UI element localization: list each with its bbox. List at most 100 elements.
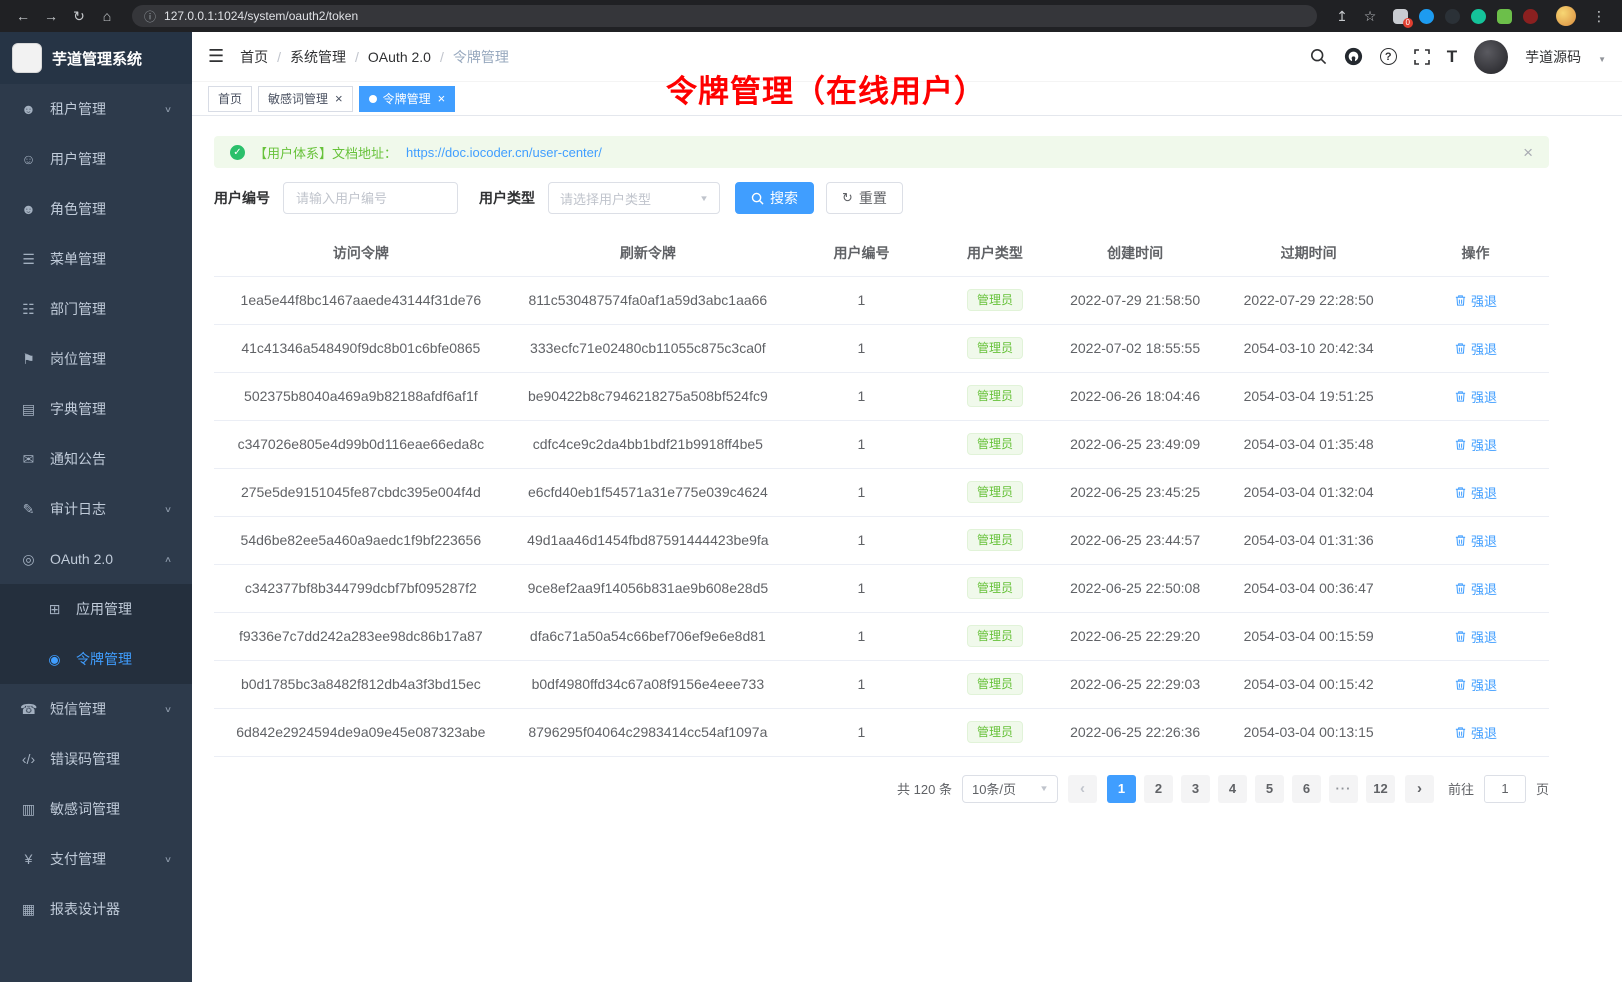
doc-link[interactable]: https://doc.iocoder.cn/user-center/: [406, 145, 602, 160]
user-type-select[interactable]: 请选择用户类型 ▼: [548, 182, 720, 214]
browser-menu-icon[interactable]: ⋮: [1586, 4, 1612, 28]
github-icon[interactable]: [1344, 47, 1363, 66]
sidebar-item-oauth2-token[interactable]: ◉令牌管理: [0, 634, 192, 684]
search-icon[interactable]: [1310, 48, 1327, 65]
force-logout-label: 强退: [1471, 627, 1497, 646]
font-size-icon[interactable]: T: [1447, 47, 1457, 67]
sidebar-item-role[interactable]: ☻角色管理: [0, 184, 192, 234]
page-number-button[interactable]: 1: [1107, 775, 1136, 803]
prev-page-button[interactable]: ‹: [1068, 775, 1097, 803]
tab-item[interactable]: 令牌管理×: [359, 86, 456, 112]
sidebar-item-oauth2-app[interactable]: ⊞应用管理: [0, 584, 192, 634]
token-table: 访问令牌刷新令牌用户编号用户类型创建时间过期时间操作 1ea5e44f8bc14…: [214, 230, 1549, 757]
cell-expire-time: 2054-03-04 01:35:48: [1215, 420, 1402, 468]
user-avatar[interactable]: [1474, 40, 1508, 74]
sidebar-item-user[interactable]: ☺用户管理: [0, 134, 192, 184]
user-type-badge: 管理员: [967, 385, 1023, 407]
extension-icon[interactable]: [1419, 9, 1434, 24]
reload-button[interactable]: ↻: [66, 4, 92, 28]
home-button[interactable]: ⌂: [94, 4, 120, 28]
forward-button[interactable]: →: [38, 4, 64, 28]
sidebar-item-sensitive-word[interactable]: ▥敏感词管理: [0, 784, 192, 834]
trash-icon: [1454, 678, 1467, 691]
next-page-button[interactable]: ›: [1405, 775, 1434, 803]
force-logout-button[interactable]: 强退: [1454, 531, 1497, 550]
tab-item[interactable]: 敏感词管理 ×: [258, 86, 353, 112]
cell-create-time: 2022-06-26 18:04:46: [1055, 372, 1215, 420]
sidebar-item-notice[interactable]: ✉通知公告: [0, 434, 192, 484]
sidebar-item-menu[interactable]: ☰菜单管理: [0, 234, 192, 284]
cell-create-time: 2022-06-25 22:26:36: [1055, 708, 1215, 756]
tab-item[interactable]: 首页: [208, 86, 252, 112]
tab-label: 敏感词管理: [268, 90, 328, 107]
search-button[interactable]: 搜索: [735, 182, 814, 214]
sidebar-item-tenant[interactable]: ☻租户管理∨: [0, 84, 192, 134]
extension-icon[interactable]: [1471, 9, 1486, 24]
cell-user-type: 管理员: [935, 420, 1055, 468]
back-button[interactable]: ←: [10, 4, 36, 28]
force-logout-button[interactable]: 强退: [1454, 675, 1497, 694]
force-logout-button[interactable]: 强退: [1454, 291, 1497, 310]
reset-button[interactable]: ↻ 重置: [826, 182, 903, 214]
site-info-icon[interactable]: ⓘ: [144, 8, 156, 25]
column-header: 过期时间: [1215, 230, 1402, 276]
extension-icon[interactable]: [1523, 9, 1538, 24]
user-type-badge: 管理员: [967, 577, 1023, 599]
share-icon[interactable]: ↥: [1329, 4, 1355, 28]
force-logout-button[interactable]: 强退: [1454, 723, 1497, 742]
sidebar-item-audit-log[interactable]: ✎审计日志∨: [0, 484, 192, 534]
extensions-puzzle-icon[interactable]: [1497, 9, 1512, 24]
extension-icon[interactable]: 0: [1393, 9, 1408, 24]
sidebar-item-label: OAuth 2.0: [50, 551, 113, 567]
sidebar-item-dept[interactable]: ☷部门管理: [0, 284, 192, 334]
force-logout-button[interactable]: 强退: [1454, 339, 1497, 358]
cell-access-token: 41c41346a548490f9dc8b01c6bfe0865: [214, 324, 508, 372]
page-size-select[interactable]: 10条/页 ▼: [962, 775, 1058, 803]
page-number-button[interactable]: 4: [1218, 775, 1247, 803]
user-name[interactable]: 芋道源码: [1525, 47, 1581, 67]
more-pages-button[interactable]: ···: [1329, 775, 1358, 803]
sidebar-item-error-code[interactable]: ‹/›错误码管理: [0, 734, 192, 784]
column-header: 刷新令牌: [508, 230, 788, 276]
goto-page-input[interactable]: [1484, 775, 1526, 803]
address-bar[interactable]: ⓘ 127.0.0.1:1024/system/oauth2/token: [132, 5, 1317, 27]
page-number-button[interactable]: 2: [1144, 775, 1173, 803]
page-number-button[interactable]: 5: [1255, 775, 1284, 803]
force-logout-button[interactable]: 强退: [1454, 387, 1497, 406]
page-number-button[interactable]: 12: [1366, 775, 1395, 803]
alert-close-icon[interactable]: ×: [1523, 144, 1533, 161]
cell-user-id: 1: [788, 708, 935, 756]
tab-close-icon[interactable]: ×: [335, 92, 343, 105]
sidebar-toggle-icon[interactable]: ☰: [208, 46, 224, 67]
force-logout-button[interactable]: 强退: [1454, 579, 1497, 598]
breadcrumb-item[interactable]: 首页: [240, 47, 268, 67]
column-header: 用户编号: [788, 230, 935, 276]
sidebar-item-dict[interactable]: ▤字典管理: [0, 384, 192, 434]
sidebar-item-sms[interactable]: ☎短信管理∨: [0, 684, 192, 734]
sidebar-item-pay[interactable]: ¥支付管理∨: [0, 834, 192, 884]
fullscreen-icon[interactable]: [1414, 49, 1430, 65]
force-logout-button[interactable]: 强退: [1454, 627, 1497, 646]
cell-expire-time: 2054-03-04 00:13:15: [1215, 708, 1402, 756]
chevron-down-icon: ∨: [164, 704, 172, 714]
user-id-input[interactable]: [283, 182, 458, 214]
extension-icon[interactable]: [1445, 9, 1460, 24]
sidebar-item-report-designer[interactable]: ▦报表设计器: [0, 884, 192, 934]
column-header: 用户类型: [935, 230, 1055, 276]
sidebar-item-oauth2[interactable]: ◎OAuth 2.0∧: [0, 534, 192, 584]
page-number-button[interactable]: 3: [1181, 775, 1210, 803]
force-logout-button[interactable]: 强退: [1454, 435, 1497, 454]
cell-expire-time: 2054-03-04 19:51:25: [1215, 372, 1402, 420]
cell-user-type: 管理员: [935, 660, 1055, 708]
user-type-badge: 管理员: [967, 289, 1023, 311]
tab-close-icon[interactable]: ×: [438, 92, 446, 105]
force-logout-button[interactable]: 强退: [1454, 483, 1497, 502]
sidebar-item-post[interactable]: ⚑岗位管理: [0, 334, 192, 384]
browser-profile-avatar[interactable]: [1556, 6, 1576, 26]
sidebar-menu: ☻租户管理∨☺用户管理☻角色管理☰菜单管理☷部门管理⚑岗位管理▤字典管理✉通知公…: [0, 84, 192, 982]
bookmark-star-icon[interactable]: ☆: [1357, 4, 1383, 28]
breadcrumb-item[interactable]: OAuth 2.0: [368, 49, 431, 65]
breadcrumb-item[interactable]: 系统管理: [290, 47, 346, 67]
page-number-button[interactable]: 6: [1292, 775, 1321, 803]
help-icon[interactable]: ?: [1380, 48, 1397, 65]
